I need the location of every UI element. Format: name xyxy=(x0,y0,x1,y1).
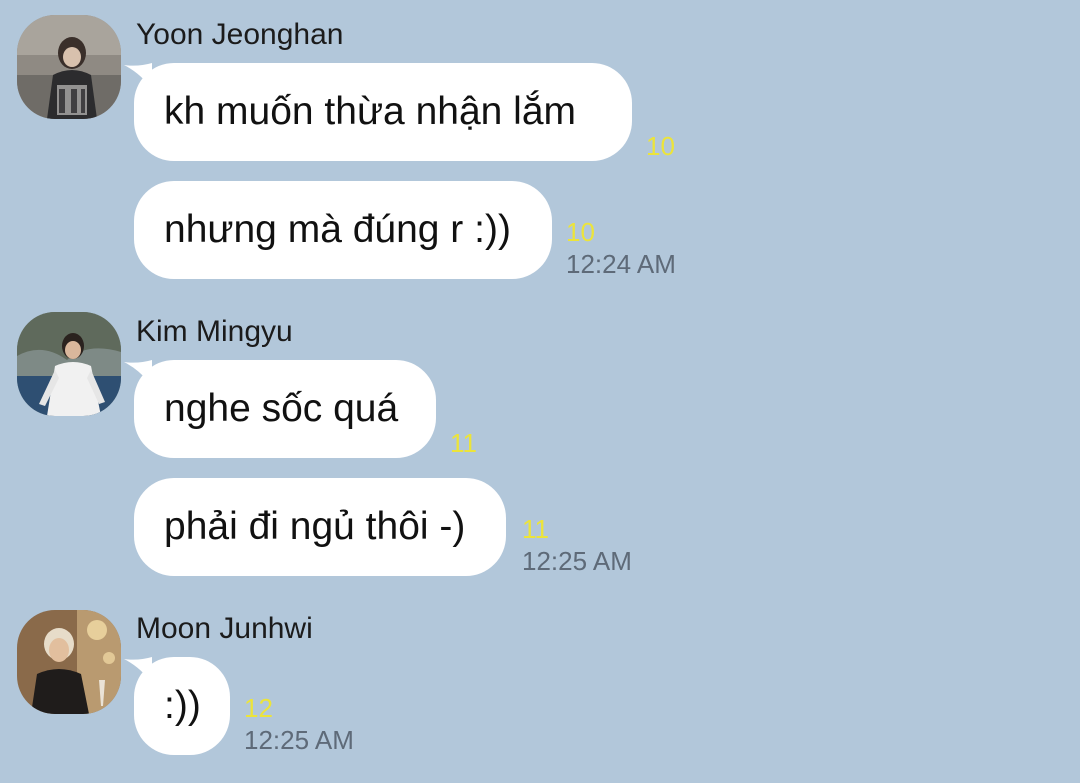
timestamp: 12:25 AM xyxy=(244,725,354,755)
message-text: phải đi ngủ thôi -) xyxy=(164,505,466,548)
profile-photo-icon xyxy=(17,312,121,416)
message-bubble[interactable]: nghe sốc quá xyxy=(134,360,436,458)
timestamp: 12:24 AM xyxy=(566,249,676,279)
message-bubble[interactable]: phải đi ngủ thôi -) xyxy=(134,478,506,576)
message-text: nghe sốc quá xyxy=(164,387,399,430)
profile-photo-icon xyxy=(17,15,121,119)
profile-photo-icon xyxy=(17,610,121,714)
unread-count: 10 xyxy=(646,131,675,161)
message-text: :)) xyxy=(164,684,201,727)
message-bubble[interactable]: nhưng mà đúng r :)) xyxy=(134,181,552,279)
message-bubble[interactable]: kh muốn thừa nhận lắm xyxy=(134,63,632,161)
unread-count: 11 xyxy=(450,428,477,458)
unread-count: 10 xyxy=(566,217,595,247)
sender-name[interactable]: Yoon Jeonghan xyxy=(136,18,343,52)
sender-name[interactable]: Moon Junhwi xyxy=(136,612,313,646)
timestamp: 12:25 AM xyxy=(522,546,632,576)
unread-count: 12 xyxy=(244,693,273,723)
chat-screen: { "groups": [ { "sender": "Yoon Jeonghan… xyxy=(0,0,1080,783)
avatar[interactable] xyxy=(17,312,121,416)
avatar[interactable] xyxy=(17,610,121,714)
avatar[interactable] xyxy=(17,15,121,119)
sender-name[interactable]: Kim Mingyu xyxy=(136,315,293,349)
unread-count: 11 xyxy=(522,514,549,544)
message-text: kh muốn thừa nhận lắm xyxy=(164,90,577,133)
message-bubble[interactable]: :)) xyxy=(134,657,230,755)
message-text: nhưng mà đúng r :)) xyxy=(164,208,511,251)
